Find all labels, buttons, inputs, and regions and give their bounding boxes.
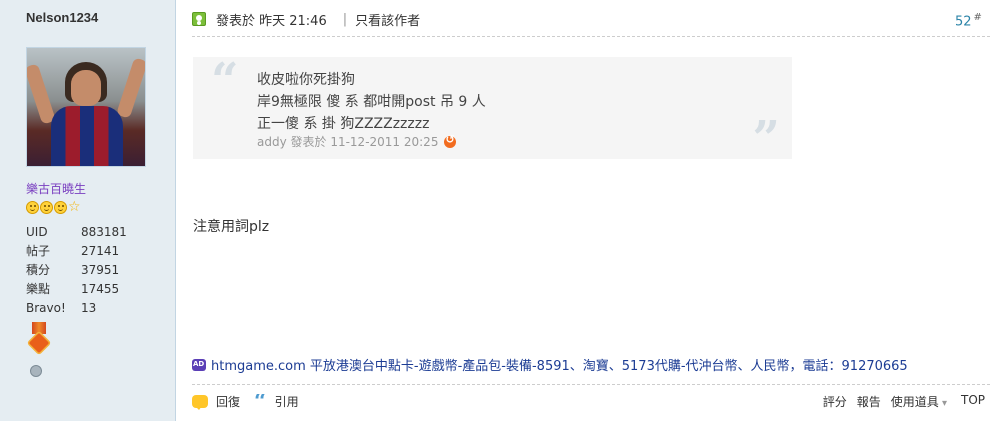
header-divider (192, 36, 990, 37)
quote-close-icon: ” (752, 111, 780, 167)
quote-icon: “ (254, 393, 267, 410)
ad-text[interactable]: htmgame.com 平放港澳台中點卡-遊戲幣-產品包-裝備-8591、淘寶、… (211, 355, 908, 374)
floor-number[interactable]: 52 (955, 14, 972, 29)
rate-button[interactable]: 評分 (823, 393, 847, 410)
quote-line: 岸9無極限 傻 系 都咁開post 吊 9 人 (257, 94, 486, 110)
reply-button[interactable]: 回復 (192, 393, 240, 410)
avatar-head (71, 70, 101, 106)
smiley-icon (54, 201, 67, 214)
author-only-link[interactable]: 只看該作者 (355, 10, 420, 29)
badge-icon[interactable] (30, 365, 42, 377)
post-floor-link[interactable]: 52 # (955, 12, 982, 29)
avatar-arm-right (116, 57, 145, 119)
floor-mark: # (973, 12, 982, 23)
quote-open-icon: “ (211, 53, 239, 109)
author-username[interactable]: Nelson1234 (26, 10, 98, 25)
stat-value[interactable]: 883181 (81, 223, 127, 242)
post-actions-right: 評分 報告 使用道具 TOP (813, 393, 990, 410)
quote-block: “ 收皮啦你死掛狗 岸9無極限 傻 系 都咁開post 吊 9 人 正一傻 系 … (193, 53, 792, 163)
post-actions: 回復 “ 引用 評分 報告 使用道具 TOP (192, 393, 990, 413)
footer-divider (192, 384, 990, 385)
post-time: 發表於 昨天 21:46 (216, 13, 327, 29)
stat-value: 13 (81, 301, 97, 315)
stat-value: 17455 (81, 282, 120, 296)
report-button[interactable]: 報告 (857, 393, 881, 410)
stat-value: 37951 (81, 263, 120, 277)
top-link[interactable]: TOP (961, 393, 985, 410)
stat-key: 帖子 (26, 244, 51, 258)
rank-stars: ☆ (26, 199, 81, 215)
smiley-icon (40, 201, 53, 214)
user-status-icon (192, 12, 206, 26)
quote-label[interactable]: 引用 (275, 393, 299, 410)
post-header: 發表於 昨天 21:46 | 只看該作者 (192, 10, 420, 29)
avatar-jersey (51, 106, 123, 166)
smiley-icon (26, 201, 39, 214)
star-icon: ☆ (68, 199, 81, 215)
reply-label[interactable]: 回復 (216, 393, 240, 410)
stat-value[interactable]: 27141 (81, 242, 119, 261)
stat-key: 積分 (26, 263, 51, 277)
quote-button[interactable]: “ 引用 (254, 393, 299, 410)
author-avatar[interactable] (26, 47, 146, 167)
stat-key: UID (26, 225, 48, 239)
author-rank-title[interactable]: 樂古百曉生 (26, 180, 86, 197)
stat-row-points: 積分 37951 (26, 261, 156, 280)
stat-row-posts: 帖子 27141 (26, 242, 156, 261)
ad-icon (192, 358, 206, 371)
author-sidebar: Nelson1234 樂古百曉生 ☆ UID 883181 帖子 27141 積… (0, 0, 176, 421)
medal-disc (26, 330, 52, 356)
use-tools-menu[interactable]: 使用道具 (891, 393, 947, 410)
quote-source: addy 發表於 11-12-2011 20:25 (257, 135, 439, 149)
header-separator: | (342, 11, 348, 27)
author-stats: UID 883181 帖子 27141 積分 37951 樂點 17455 Br… (26, 223, 156, 318)
ad-link[interactable]: htmgame.com 平放港澳台中點卡-遊戲幣-產品包-裝備-8591、淘寶、… (192, 355, 908, 374)
stat-row-coins: 樂點 17455 (26, 280, 156, 299)
quote-line: 收皮啦你死掛狗 (257, 72, 355, 88)
reply-icon (192, 395, 208, 410)
medal-icon[interactable] (26, 322, 52, 358)
goto-post-icon[interactable] (444, 133, 457, 148)
stat-key: Bravo! (26, 301, 66, 315)
stat-row-uid: UID 883181 (26, 223, 156, 242)
stat-row-bravo: Bravo! 13 (26, 299, 156, 318)
post-body: 注意用詞plz (193, 219, 270, 235)
stat-key: 樂點 (26, 282, 51, 296)
quote-meta: addy 發表於 11-12-2011 20:25 (257, 133, 457, 150)
quote-text: 收皮啦你死掛狗 岸9無極限 傻 系 都咁開post 吊 9 人 正一傻 系 掛 … (257, 69, 486, 135)
avatar-arm-left (27, 63, 56, 125)
